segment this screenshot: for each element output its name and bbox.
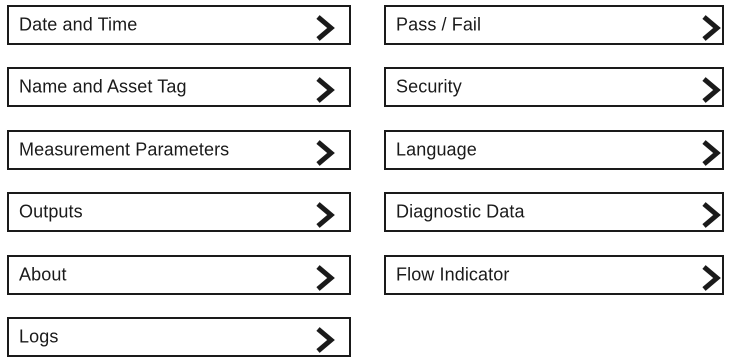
chevron-right-icon bbox=[314, 77, 336, 103]
logs-button[interactable]: Logs bbox=[7, 317, 351, 357]
chevron-right-icon bbox=[700, 77, 722, 103]
date-and-time-label: Date and Time bbox=[19, 14, 138, 35]
chevron-right-icon bbox=[314, 15, 336, 41]
about-label: About bbox=[19, 264, 67, 285]
outputs-button[interactable]: Outputs bbox=[7, 192, 351, 232]
language-button[interactable]: Language bbox=[384, 130, 724, 170]
diagnostic-data-button[interactable]: Diagnostic Data bbox=[384, 192, 724, 232]
pass-fail-label: Pass / Fail bbox=[396, 14, 482, 35]
name-and-asset-tag-label: Name and Asset Tag bbox=[19, 76, 187, 97]
date-and-time-button[interactable]: Date and Time bbox=[7, 5, 351, 45]
chevron-right-icon bbox=[314, 265, 336, 291]
chevron-right-icon bbox=[700, 15, 722, 41]
language-label: Language bbox=[396, 139, 477, 160]
chevron-right-icon bbox=[314, 140, 336, 166]
security-label: Security bbox=[396, 76, 462, 97]
about-button[interactable]: About bbox=[7, 255, 351, 295]
flow-indicator-button[interactable]: Flow Indicator bbox=[384, 255, 724, 295]
outputs-label: Outputs bbox=[19, 201, 83, 222]
chevron-right-icon bbox=[700, 140, 722, 166]
measurement-parameters-label: Measurement Parameters bbox=[19, 139, 230, 160]
logs-label: Logs bbox=[19, 326, 59, 347]
flow-indicator-label: Flow Indicator bbox=[396, 264, 510, 285]
measurement-parameters-button[interactable]: Measurement Parameters bbox=[7, 130, 351, 170]
pass-fail-button[interactable]: Pass / Fail bbox=[384, 5, 724, 45]
chevron-right-icon bbox=[700, 265, 722, 291]
diagnostic-data-label: Diagnostic Data bbox=[396, 201, 525, 222]
name-and-asset-tag-button[interactable]: Name and Asset Tag bbox=[7, 67, 351, 107]
chevron-right-icon bbox=[314, 202, 336, 228]
security-button[interactable]: Security bbox=[384, 67, 724, 107]
chevron-right-icon bbox=[700, 202, 722, 228]
chevron-right-icon bbox=[314, 327, 336, 353]
